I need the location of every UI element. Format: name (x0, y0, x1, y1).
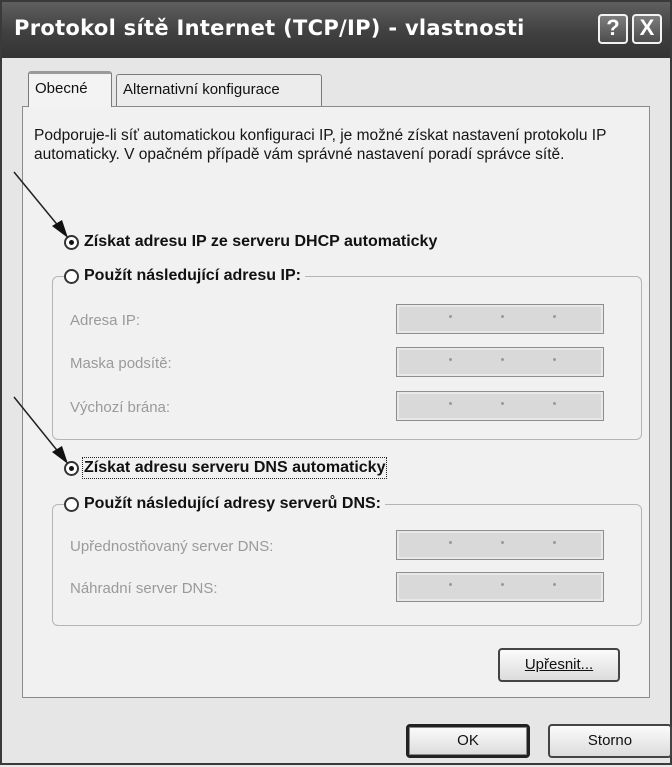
ip-address-input (396, 304, 604, 334)
ok-button[interactable]: OK (406, 724, 530, 758)
window-title: Protokol sítě Internet (TCP/IP) - vlastn… (14, 16, 525, 40)
radio-obtain-ip-auto[interactable]: Získat adresu IP ze serveru DHCP automat… (64, 230, 442, 254)
advanced-button[interactable]: Upřesnit... (498, 648, 620, 682)
tab-alternate-config[interactable]: Alternativní konfigurace (116, 74, 322, 106)
ip-address-label: Adresa IP: (70, 312, 141, 329)
radio-use-dns[interactable]: Použít následující adresy serverů DNS: (64, 492, 385, 516)
radio-selected-icon[interactable] (64, 234, 79, 250)
alternate-dns-label: Náhradní server DNS: (70, 580, 218, 597)
radio-empty-icon[interactable] (64, 268, 79, 284)
close-button[interactable]: X (632, 14, 662, 44)
cancel-button[interactable]: Storno (548, 724, 672, 758)
radio-obtain-ip-auto-label: Získat adresu IP ze serveru DHCP automat… (84, 233, 438, 250)
radio-use-dns-label: Použít následující adresy serverů DNS: (84, 495, 381, 512)
radio-use-ip-label: Použít následující adresu IP: (84, 267, 301, 284)
subnet-mask-input (396, 347, 604, 377)
alternate-dns-input (396, 572, 604, 602)
default-gateway-label: Výchozí brána: (70, 399, 171, 416)
help-button[interactable]: ? (598, 14, 628, 44)
radio-obtain-dns-auto[interactable]: Získat adresu serveru DNS automaticky (64, 456, 390, 480)
radio-obtain-dns-auto-label: Získat adresu serveru DNS automaticky (81, 457, 388, 479)
radio-selected-icon[interactable] (64, 460, 79, 476)
description-text: Podporuje-li síť automatickou konfigurac… (34, 127, 607, 163)
default-gateway-input (396, 391, 604, 421)
preferred-dns-input (396, 530, 604, 560)
radio-use-ip[interactable]: Použít následující adresu IP: (64, 264, 305, 288)
title-bar[interactable]: Protokol sítě Internet (TCP/IP) - vlastn… (2, 2, 670, 58)
preferred-dns-label: Upřednostňovaný server DNS: (70, 538, 274, 555)
advanced-button-label: Upřesnit... (524, 656, 594, 673)
properties-dialog: Protokol sítě Internet (TCP/IP) - vlastn… (0, 0, 672, 765)
tab-general[interactable]: Obecné (28, 71, 112, 107)
subnet-mask-label: Maska podsítě: (70, 355, 172, 372)
radio-empty-icon[interactable] (64, 496, 79, 512)
dns-server-group (52, 504, 642, 626)
